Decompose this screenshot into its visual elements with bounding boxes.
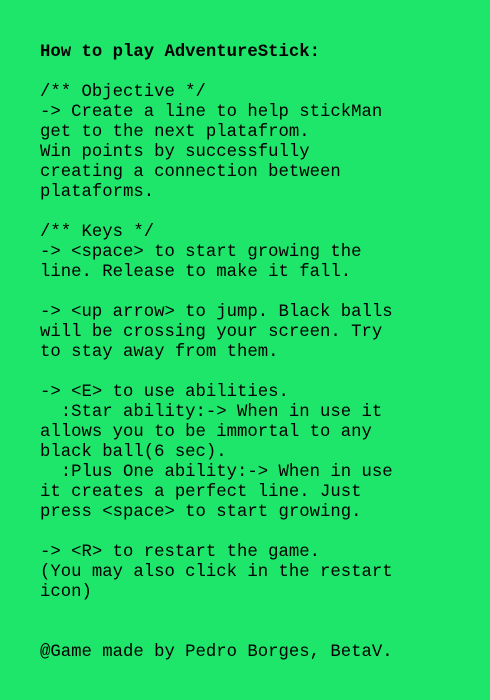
keys-header: /** Keys */ bbox=[40, 223, 155, 242]
abilities-key-line: -> <E> to use abilities. bbox=[40, 383, 289, 402]
abilities-key-line: black ball(6 sec). bbox=[40, 443, 227, 462]
instructions-panel: How to play AdventureStick: /** Objectiv… bbox=[40, 43, 480, 663]
instructions-title: How to play AdventureStick: bbox=[40, 43, 321, 62]
restart-key-line: (You may also click in the restart bbox=[40, 563, 393, 582]
objective-header: /** Objective */ bbox=[40, 83, 206, 102]
objective-line: get to the next platafrom. bbox=[40, 123, 310, 142]
objective-line: creating a connection between bbox=[40, 163, 341, 182]
restart-key-line: -> <R> to restart the game. bbox=[40, 543, 321, 562]
abilities-key-line: it creates a perfect line. Just bbox=[40, 483, 362, 502]
objective-line: Win points by successfully bbox=[40, 143, 310, 162]
space-key-line: -> <space> to start growing the bbox=[40, 243, 362, 262]
abilities-key-line: :Plus One ability:-> When in use bbox=[40, 463, 393, 482]
abilities-key-line: press <space> to start growing. bbox=[40, 503, 362, 522]
help-screen: { "help": { "title": "How to play Advent… bbox=[0, 0, 490, 700]
abilities-key-line: allows you to be immortal to any bbox=[40, 423, 372, 442]
keys-section: /** Keys */ -> <space> to start growing … bbox=[40, 223, 480, 603]
objective-line: -> Create a line to help stickMan bbox=[40, 103, 383, 122]
jump-key-line: will be crossing your screen. Try bbox=[40, 323, 383, 342]
credits-text: @Game made by Pedro Borges, BetaV. bbox=[40, 643, 393, 662]
abilities-key-line: :Star ability:-> When in use it bbox=[40, 403, 383, 422]
jump-key-line: -> <up arrow> to jump. Black balls bbox=[40, 303, 393, 322]
objective-section: /** Objective */ -> Create a line to hel… bbox=[40, 83, 480, 203]
space-key-line: line. Release to make it fall. bbox=[40, 263, 352, 282]
jump-key-line: to stay away from them. bbox=[40, 343, 279, 362]
restart-key-line: icon) bbox=[40, 583, 92, 602]
objective-line: plataforms. bbox=[40, 183, 155, 202]
